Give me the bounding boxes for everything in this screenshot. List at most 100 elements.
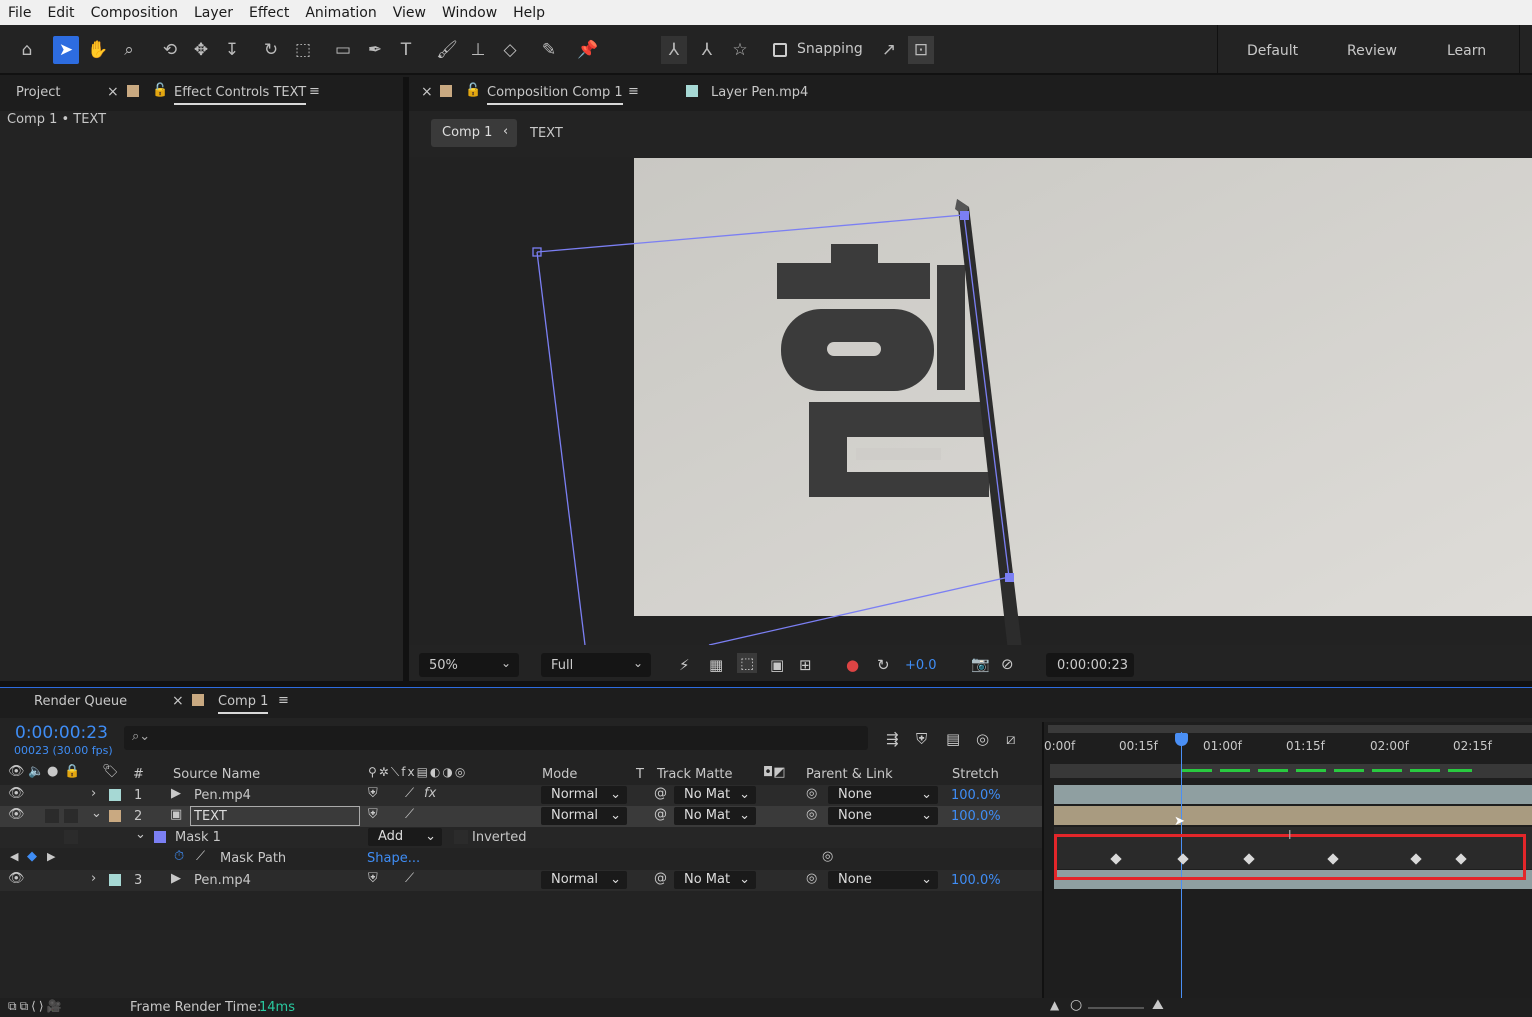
- comp-flowchart-icon[interactable]: ⇶: [886, 730, 899, 748]
- footer-icons[interactable]: ⧉⧉⟨⟩🎥: [8, 999, 64, 1014]
- snapping-checkbox[interactable]: [773, 43, 787, 57]
- mask-path-outline[interactable]: [536, 251, 586, 645]
- region-of-interest-icon[interactable]: ▣: [770, 656, 784, 674]
- lock-toggle[interactable]: [64, 809, 78, 823]
- mask-path-row[interactable]: ◀ ◆ ▶ ⏱ ⟋ Mask Path Shape... ◎: [0, 848, 1042, 869]
- zoom-slider[interactable]: [1088, 1007, 1144, 1009]
- layer-name[interactable]: Pen.mp4: [194, 788, 251, 803]
- hand-tool-icon[interactable]: ✋: [85, 36, 111, 64]
- menu-effect[interactable]: Effect: [241, 5, 297, 21]
- motion-blur-icon[interactable]: ◎: [976, 730, 989, 748]
- label-color-swatch[interactable]: [109, 789, 121, 801]
- tab-render-queue[interactable]: Render Queue: [34, 694, 127, 709]
- label-color-swatch[interactable]: [109, 874, 121, 886]
- close-tab-icon[interactable]: ×: [107, 84, 119, 100]
- current-time[interactable]: 0:00:00:23: [15, 723, 108, 743]
- menu-window[interactable]: Window: [434, 5, 505, 21]
- next-keyframe-icon[interactable]: ▶: [47, 850, 55, 863]
- close-tab-icon[interactable]: ×: [421, 84, 433, 100]
- graph-editor-icon[interactable]: ⧄: [1006, 730, 1016, 748]
- snap-edges-icon[interactable]: ↗: [876, 36, 902, 64]
- eye-icon[interactable]: 👁: [8, 786, 25, 801]
- viewer-timecode[interactable]: 0:00:00:23: [1046, 653, 1134, 677]
- axis-local-icon[interactable]: ⅄: [661, 36, 687, 64]
- tab-composition[interactable]: Composition Comp 1: [487, 85, 623, 105]
- layer-row-1[interactable]: 👁 › 1 ▶ Pen.mp4 ⛨ ⟋ fx Normal ⌄ @ No Mat ⌄…: [0, 785, 1042, 806]
- stretch-value[interactable]: 100.0%: [951, 809, 1001, 824]
- mask-name[interactable]: Mask 1: [175, 830, 221, 845]
- zoom-slider-knob[interactable]: ○: [1070, 997, 1082, 1013]
- chevron-down-icon[interactable]: ⌄: [135, 827, 146, 842]
- layer-nav-label[interactable]: TEXT: [530, 126, 563, 141]
- stopwatch-icon[interactable]: ⏱: [174, 849, 184, 864]
- layer-row-2[interactable]: 👁 ⌄ 2 ▣ TEXT ⛨ ⟋ Normal ⌄ @ No Mat ⌄ ◎ Non…: [0, 806, 1042, 827]
- puppet-pin-icon[interactable]: 📌: [575, 36, 601, 64]
- lock-toggle[interactable]: [64, 830, 78, 844]
- zoom-tool-icon[interactable]: ⌕: [116, 36, 142, 64]
- prev-keyframe-icon[interactable]: ◀: [10, 850, 18, 863]
- resolution-dropdown[interactable]: Full ⌄: [541, 653, 651, 677]
- inverted-checkbox[interactable]: [454, 830, 468, 844]
- eraser-tool-icon[interactable]: ◇: [497, 36, 523, 64]
- mode-dropdown[interactable]: Normal ⌄: [541, 786, 627, 804]
- pan-camera-icon[interactable]: ✥: [188, 36, 214, 64]
- roto-brush-icon[interactable]: ✎: [536, 36, 562, 64]
- zoom-dropdown[interactable]: 50% ⌄: [419, 653, 519, 677]
- fx-switch-icon[interactable]: fx: [424, 786, 436, 801]
- track-matte-dropdown[interactable]: No Mat ⌄: [674, 871, 756, 889]
- parent-dropdown[interactable]: None ⌄: [828, 786, 938, 804]
- stretch-value[interactable]: 100.0%: [951, 873, 1001, 888]
- mask-visibility-icon[interactable]: ⬚: [737, 653, 758, 673]
- fast-preview-icon[interactable]: ⚡: [679, 656, 690, 674]
- type-tool-icon[interactable]: T: [393, 36, 419, 64]
- matte-pickwhip-icon[interactable]: @: [654, 871, 667, 886]
- parent-pickwhip-icon[interactable]: ◎: [806, 807, 817, 822]
- zoom-in-icon[interactable]: ⛰: [1152, 997, 1164, 1013]
- quality-switch-icon[interactable]: ⟋: [405, 807, 414, 822]
- solo-toggle[interactable]: [45, 809, 59, 823]
- grid-guides-icon[interactable]: ⊞: [799, 656, 812, 674]
- playhead-handle[interactable]: [1175, 733, 1188, 746]
- panel-menu-icon[interactable]: ≡: [628, 84, 639, 99]
- work-area-bar[interactable]: [1048, 725, 1532, 733]
- layer-name-field[interactable]: TEXT: [190, 806, 360, 826]
- layer-bar-1[interactable]: [1054, 785, 1532, 804]
- mask-mode-dropdown[interactable]: Add ⌄: [368, 828, 442, 846]
- workspace-learn[interactable]: Learn: [1447, 43, 1486, 59]
- menu-help[interactable]: Help: [505, 5, 553, 21]
- quality-switch-icon[interactable]: ⟋: [405, 871, 414, 886]
- rectangle-tool-icon[interactable]: ▭: [330, 36, 356, 64]
- parent-pickwhip-icon[interactable]: ◎: [806, 871, 817, 886]
- menu-view[interactable]: View: [385, 5, 434, 21]
- parent-pickwhip-icon[interactable]: ◎: [806, 786, 817, 801]
- show-snapshot-icon[interactable]: ⊘: [1001, 655, 1014, 673]
- tab-effect-controls[interactable]: Effect Controls TEXT: [174, 85, 307, 105]
- quality-switch-icon[interactable]: ⟋: [405, 786, 414, 801]
- frame-blending-icon[interactable]: ▤: [946, 730, 960, 748]
- eye-icon[interactable]: 👁: [8, 871, 25, 886]
- menu-layer[interactable]: Layer: [186, 5, 241, 21]
- snap-features-icon[interactable]: ⊡: [908, 36, 934, 64]
- parent-dropdown[interactable]: None ⌄: [828, 871, 938, 889]
- shy-switch-icon[interactable]: ⛨: [368, 786, 378, 801]
- pen-tool-icon[interactable]: ✒: [362, 36, 388, 64]
- layer-row-3[interactable]: 👁 › 3 ▶ Pen.mp4 ⛨ ⟋ Normal ⌄ @ No Mat ⌄ ◎ …: [0, 870, 1042, 891]
- label-color-swatch[interactable]: [109, 810, 121, 822]
- shy-switch-icon[interactable]: ⛨: [368, 871, 378, 886]
- zoom-out-icon[interactable]: ▲: [1050, 998, 1059, 1012]
- matte-pickwhip-icon[interactable]: @: [654, 786, 667, 801]
- camera-snapshot-icon[interactable]: 📷: [971, 655, 990, 673]
- mode-dropdown[interactable]: Normal ⌄: [541, 871, 627, 889]
- close-tab-icon[interactable]: ×: [172, 693, 184, 709]
- lock-toggle[interactable]: [64, 788, 78, 802]
- stretch-value[interactable]: 100.0%: [951, 788, 1001, 803]
- graph-icon[interactable]: ⟋: [196, 849, 205, 864]
- mask-path-value[interactable]: Shape...: [367, 851, 420, 866]
- menu-file[interactable]: File: [0, 5, 39, 21]
- transparency-grid-icon[interactable]: ▦: [709, 656, 723, 674]
- menu-composition[interactable]: Composition: [83, 5, 186, 21]
- axis-world-icon[interactable]: ⅄: [694, 36, 720, 64]
- expression-pickwhip-icon[interactable]: ◎: [822, 849, 833, 864]
- pan-behind-icon[interactable]: ⬚: [290, 36, 316, 64]
- tab-project[interactable]: Project: [16, 85, 60, 100]
